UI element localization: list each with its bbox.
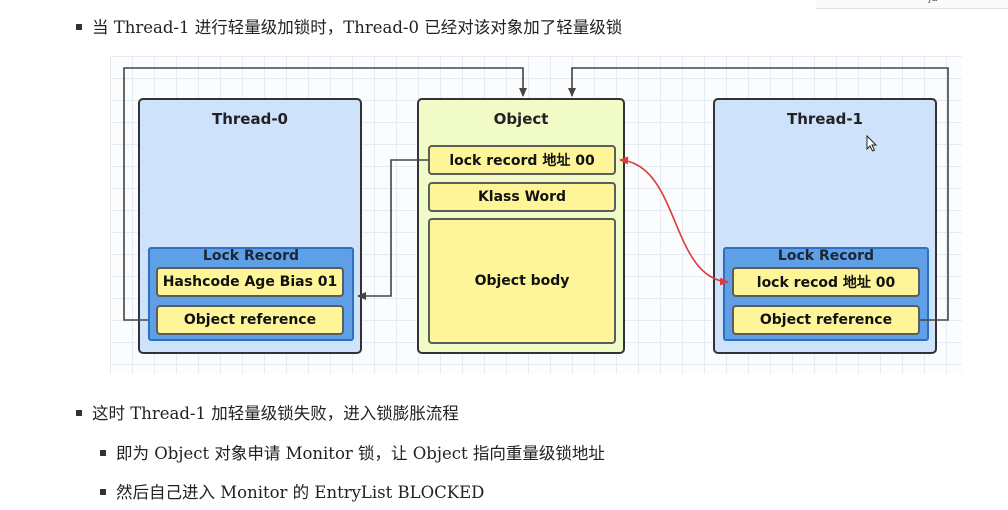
bullet-1: 当 Thread-1 进行轻量级加锁时，Thread-0 已经对该对象加了轻量级… bbox=[76, 14, 622, 38]
bullet-4: 然后自己进入 Monitor 的 EntryList BLOCKED bbox=[100, 479, 484, 503]
bullet-2: 这时 Thread-1 加轻量级锁失败，进入锁膨胀流程 bbox=[76, 400, 459, 424]
bullet-3-text: 即为 Object 对象申请 Monitor 锁，让 Object 指向重量级锁… bbox=[116, 444, 605, 463]
bullet-2-text: 这时 Thread-1 加轻量级锁失败，进入锁膨胀流程 bbox=[92, 404, 459, 423]
bullet-square-icon bbox=[100, 488, 106, 495]
corner-fragment-text: ja bbox=[928, 0, 938, 4]
mouse-cursor-icon bbox=[866, 134, 878, 152]
bullet-square-icon bbox=[100, 449, 106, 456]
bullet-1-text: 当 Thread-1 进行轻量级加锁时，Thread-0 已经对该对象加了轻量级… bbox=[92, 18, 623, 37]
thread-0-reference-connector bbox=[123, 67, 527, 321]
connector-arrows bbox=[123, 67, 949, 321]
bullet-square-icon bbox=[76, 23, 82, 30]
thread-1-reference-connector bbox=[568, 67, 949, 321]
lock-inflation-diagram: Thread-0 Lock Record Hashcode Age Bias 0… bbox=[110, 56, 962, 374]
bullet-4-text: 然后自己进入 Monitor 的 EntryList BLOCKED bbox=[116, 483, 485, 502]
object-to-thread-0-connector bbox=[357, 159, 428, 300]
top-right-window-fragment: ja bbox=[816, 0, 1008, 9]
bullet-square-icon bbox=[76, 409, 82, 416]
cas-attempt-red-arrow bbox=[619, 156, 729, 286]
bullet-3: 即为 Object 对象申请 Monitor 锁，让 Object 指向重量级锁… bbox=[100, 440, 605, 464]
